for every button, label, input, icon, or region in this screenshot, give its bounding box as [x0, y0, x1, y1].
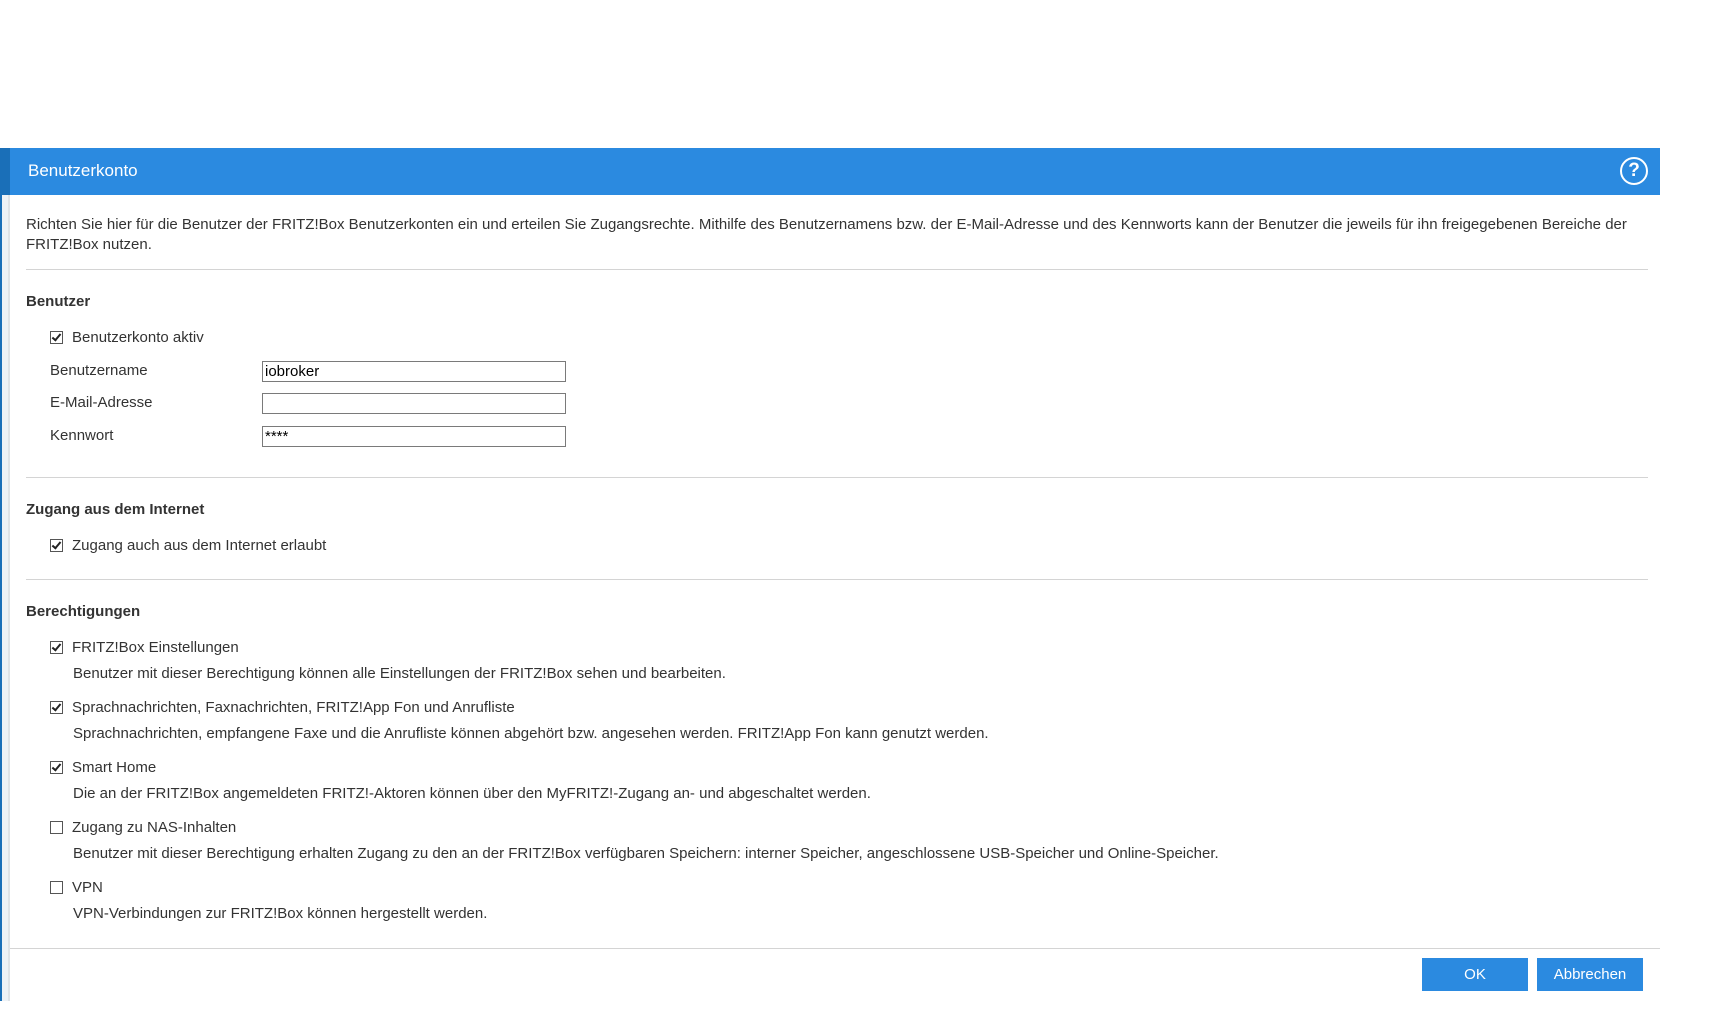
- account-active-row: Benutzerkonto aktiv: [50, 327, 204, 347]
- divider: [26, 477, 1648, 478]
- username-label: Benutzername: [50, 362, 148, 379]
- permission-label: Sprachnachrichten, Faxnachrichten, FRITZ…: [72, 698, 515, 716]
- permission-label: Smart Home: [72, 758, 157, 776]
- dialog-title: Benutzerkonto: [28, 161, 138, 180]
- permission-description: Benutzer mit dieser Berechtigung erhalte…: [73, 845, 1219, 862]
- section-title-permissions: Berechtigungen: [26, 603, 141, 620]
- permission-row-vpn: VPN: [50, 877, 103, 897]
- permission-label: VPN: [72, 878, 103, 896]
- permission-row-fritzbox-settings: FRITZ!Box Einstellungen: [50, 637, 239, 657]
- permission-description: Benutzer mit dieser Berechtigung können …: [73, 665, 726, 682]
- permission-description: Die an der FRITZ!Box angemeldeten FRITZ!…: [73, 785, 871, 802]
- permission-nas-checkbox[interactable]: [50, 820, 63, 834]
- permission-description: Sprachnachrichten, empfangene Faxe und d…: [73, 725, 989, 742]
- account-active-checkbox[interactable]: [50, 330, 63, 344]
- permission-messages-checkbox[interactable]: [50, 700, 63, 714]
- footer-divider: [10, 948, 1660, 949]
- username-input[interactable]: [262, 361, 566, 382]
- permission-label: Zugang zu NAS-Inhalten: [72, 818, 237, 836]
- cancel-button[interactable]: Abbrechen: [1537, 958, 1643, 991]
- ok-button[interactable]: OK: [1422, 958, 1528, 991]
- divider: [26, 269, 1648, 270]
- titlebar-accent: [0, 148, 10, 195]
- section-title-benutzer: Benutzer: [26, 293, 91, 310]
- permission-smart-home-checkbox[interactable]: [50, 760, 63, 774]
- permission-vpn-checkbox[interactable]: [50, 880, 63, 894]
- password-input[interactable]: [262, 426, 566, 447]
- internet-access-label: Zugang auch aus dem Internet erlaubt: [72, 536, 327, 554]
- permission-label: FRITZ!Box Einstellungen: [72, 638, 239, 656]
- dialog-left-border: [0, 148, 10, 1001]
- password-label: Kennwort: [50, 427, 114, 444]
- help-icon[interactable]: ?: [1620, 157, 1648, 185]
- email-label: E-Mail-Adresse: [50, 394, 153, 411]
- divider: [26, 579, 1648, 580]
- section-title-internet: Zugang aus dem Internet: [26, 501, 205, 518]
- email-input[interactable]: [262, 393, 566, 414]
- internet-access-checkbox[interactable]: [50, 538, 63, 552]
- dialog-titlebar: Benutzerkonto ?: [0, 148, 1660, 195]
- permission-description: VPN-Verbindungen zur FRITZ!Box können he…: [73, 905, 488, 922]
- permission-row-smart-home: Smart Home: [50, 757, 156, 777]
- intro-text: Richten Sie hier für die Benutzer der FR…: [26, 216, 1627, 253]
- permission-fritzbox-settings-checkbox[interactable]: [50, 640, 63, 654]
- permission-row-nas: Zugang zu NAS-Inhalten: [50, 817, 236, 837]
- internet-access-row: Zugang auch aus dem Internet erlaubt: [50, 535, 326, 555]
- account-active-label: Benutzerkonto aktiv: [72, 328, 204, 346]
- permission-row-messages: Sprachnachrichten, Faxnachrichten, FRITZ…: [50, 697, 515, 717]
- user-account-dialog: Benutzerkonto ? Richten Sie hier für die…: [0, 148, 1660, 1001]
